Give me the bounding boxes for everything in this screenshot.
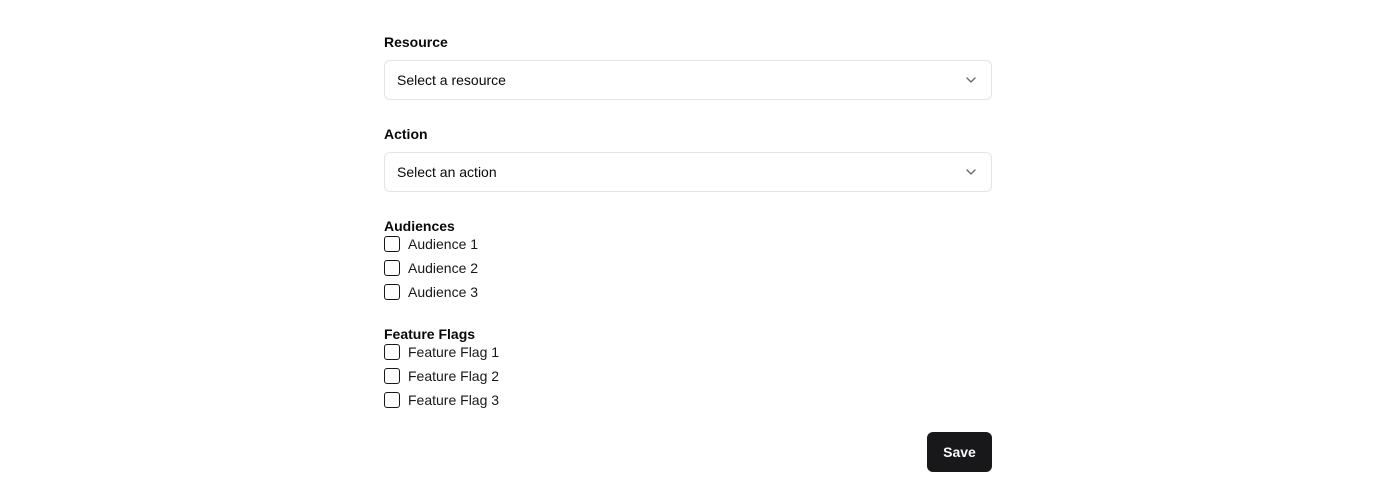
save-button[interactable]: Save [927,432,992,472]
chevron-down-icon [963,164,979,180]
audience-checkbox[interactable] [384,236,400,252]
audience-option[interactable]: Audience 1 [384,232,478,256]
feature-flag-option-label: Feature Flag 1 [408,344,500,360]
audience-option[interactable]: Audience 2 [384,256,478,280]
chevron-down-icon [963,72,979,88]
feature-flag-checkbox[interactable] [384,368,400,384]
action-select-value: Select an action [397,164,497,180]
audience-option-label: Audience 1 [408,236,479,252]
feature-flag-checkbox[interactable] [384,344,400,360]
audience-checkbox[interactable] [384,284,400,300]
feature-flag-checkbox[interactable] [384,392,400,408]
feature-flag-option[interactable]: Feature Flag 3 [384,388,499,412]
audience-checkbox[interactable] [384,260,400,276]
action-select[interactable]: Select an action [384,152,992,192]
feature-flag-option[interactable]: Feature Flag 1 [384,340,499,364]
feature-flag-option-label: Feature Flag 2 [408,368,500,384]
feature-flag-option-label: Feature Flag 3 [408,392,500,408]
audience-option-label: Audience 3 [408,284,479,300]
audience-option[interactable]: Audience 3 [384,280,478,304]
resource-label: Resource [384,34,448,50]
audience-option-label: Audience 2 [408,260,479,276]
resource-select-value: Select a resource [397,72,506,88]
feature-flag-option[interactable]: Feature Flag 2 [384,364,499,388]
action-label: Action [384,126,428,142]
resource-select[interactable]: Select a resource [384,60,992,100]
